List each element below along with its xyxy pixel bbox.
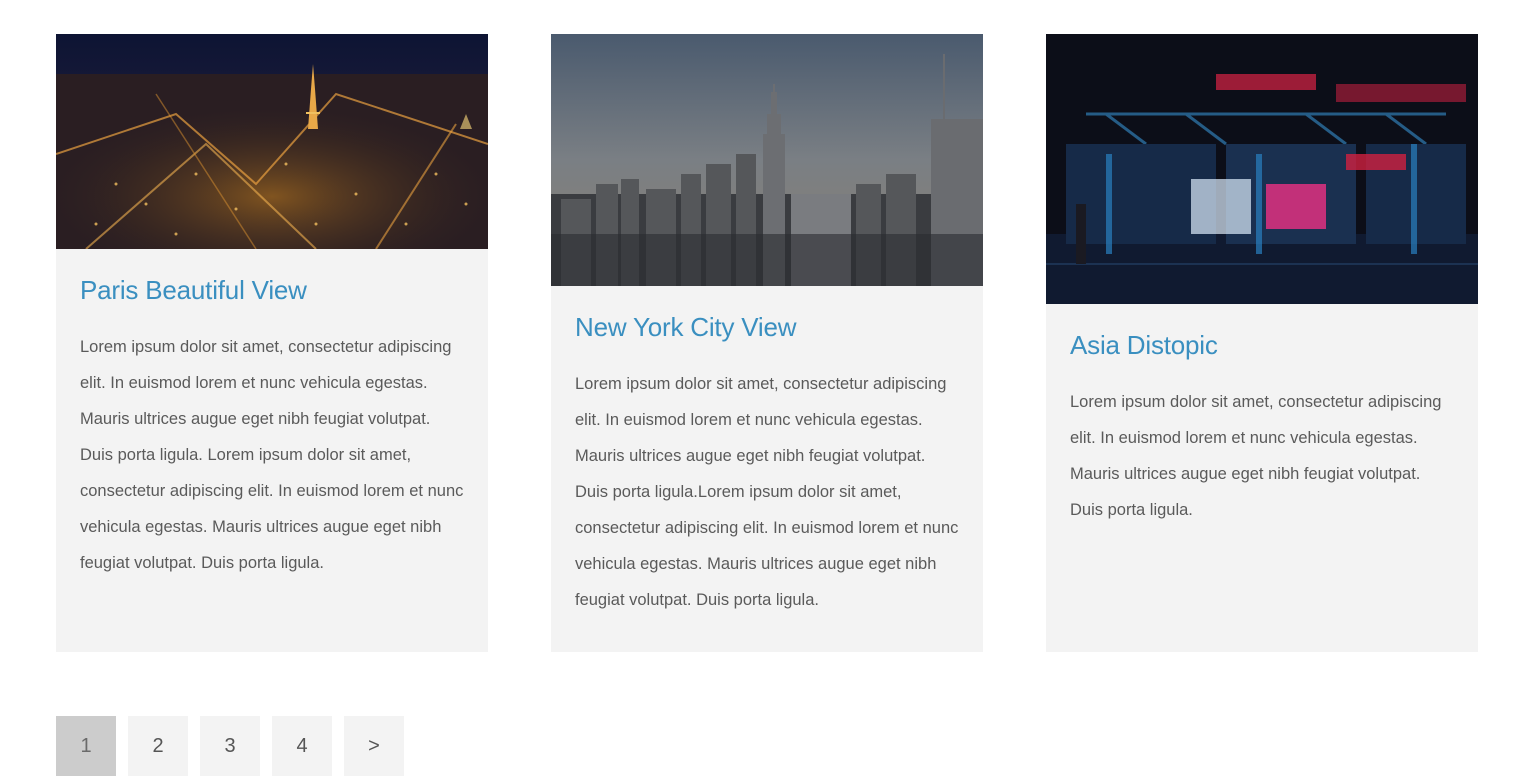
pagination: 1 2 3 4 >: [56, 716, 404, 776]
card-title[interactable]: New York City View: [575, 310, 959, 344]
card-text: Lorem ipsum dolor sit amet, consectetur …: [575, 375, 959, 609]
card-body: New York City View Lorem ipsum dolor sit…: [551, 286, 983, 648]
card-body: Paris Beautiful View Lorem ipsum dolor s…: [56, 249, 488, 611]
page-button-4[interactable]: 4: [272, 716, 332, 776]
page-button-3[interactable]: 3: [200, 716, 260, 776]
card-paris[interactable]: Paris Beautiful View Lorem ipsum dolor s…: [56, 34, 488, 652]
page-button-1[interactable]: 1: [56, 716, 116, 776]
card-asia[interactable]: Asia Distopic Lorem ipsum dolor sit amet…: [1046, 34, 1478, 652]
paris-image[interactable]: [56, 34, 488, 249]
page-button-2[interactable]: 2: [128, 716, 188, 776]
next-page-button[interactable]: >: [344, 716, 404, 776]
card-grid: Paris Beautiful View Lorem ipsum dolor s…: [56, 34, 1478, 652]
asia-image[interactable]: [1046, 34, 1478, 304]
card-title[interactable]: Paris Beautiful View: [80, 273, 464, 307]
card-text: Lorem ipsum dolor sit amet, consectetur …: [80, 338, 464, 572]
card-text: Lorem ipsum dolor sit amet, consectetur …: [1070, 393, 1442, 519]
card-new-york[interactable]: New York City View Lorem ipsum dolor sit…: [551, 34, 983, 652]
new-york-image[interactable]: [551, 34, 983, 286]
page: Paris Beautiful View Lorem ipsum dolor s…: [0, 0, 1529, 780]
card-body: Asia Distopic Lorem ipsum dolor sit amet…: [1046, 304, 1478, 558]
card-title[interactable]: Asia Distopic: [1070, 328, 1454, 362]
